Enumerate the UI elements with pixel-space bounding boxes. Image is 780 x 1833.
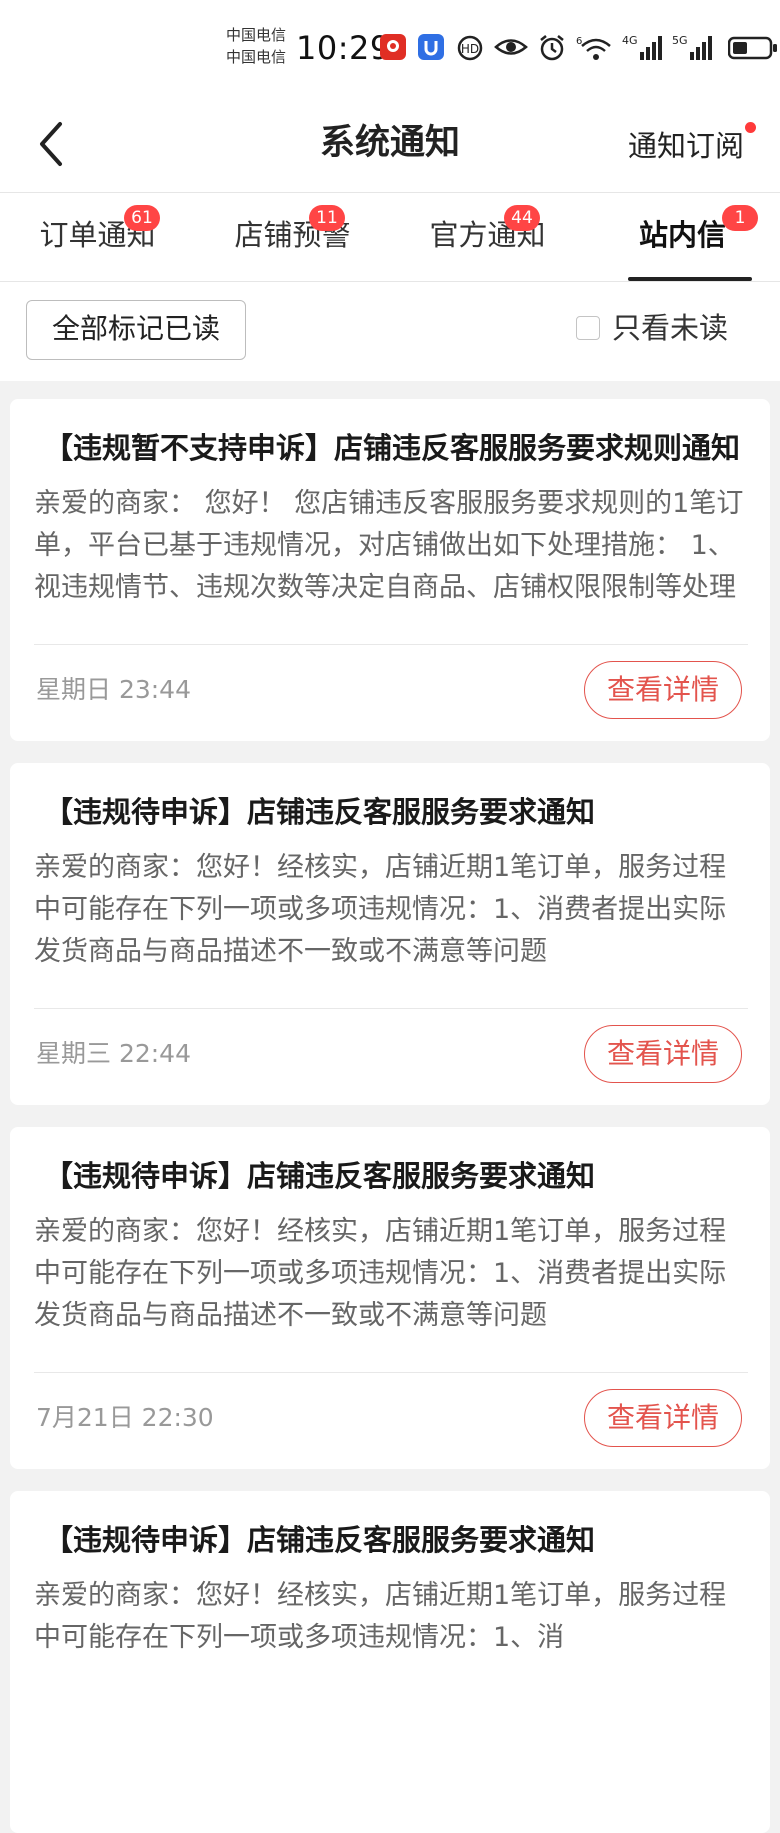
tab-label: 站内信: [638, 218, 726, 252]
wifi-label: 6: [576, 36, 582, 47]
message-time: 7月21日 22:30: [36, 1403, 214, 1432]
view-details-button[interactable]: 查看详情: [584, 1389, 742, 1447]
nav-bar: 系统通知 通知订阅: [0, 96, 780, 193]
message-title: 【违规待申诉】店铺违反客服服务要求通知: [44, 1523, 596, 1557]
carrier-label-1: 中国电信: [226, 26, 287, 44]
message-card[interactable]: 【违规待申诉】店铺违反客服服务要求通知 亲爱的商家：您好！经核实，店铺近期1笔订…: [10, 763, 770, 1105]
tab-store-warning[interactable]: 店铺预警 11: [195, 193, 390, 281]
message-body: 亲爱的商家：您好！经核实，店铺近期1笔订单，服务过程中可能存在下列一项或多项违规…: [34, 1580, 727, 1653]
message-card[interactable]: 【违规暂不支持申诉】店铺违反客服服务要求规则通知 亲爱的商家： 您好！ 您店铺违…: [10, 399, 770, 741]
message-card[interactable]: 【违规待申诉】店铺违反客服服务要求通知 亲爱的商家：您好！经核实，店铺近期1笔订…: [10, 1127, 770, 1469]
mark-all-read-button[interactable]: 全部标记已读: [26, 300, 246, 360]
wifi-icon: 6: [576, 36, 611, 60]
message-title: 【违规待申诉】店铺违反客服服务要求通知: [44, 1159, 596, 1193]
filter-bar: 全部标记已读 只看未读: [0, 282, 780, 381]
tab-official-notice[interactable]: 官方通知 44: [390, 193, 585, 281]
tab-badge: 11: [309, 205, 345, 231]
message-title: 【违规暂不支持申诉】店铺违反客服服务要求规则通知: [44, 431, 741, 465]
signal-5g-icon: 5G: [672, 34, 712, 60]
card-divider: [34, 644, 748, 645]
tab-badge: 44: [504, 205, 540, 231]
message-body: 亲爱的商家：您好！经核实，店铺近期1笔订单，服务过程中可能存在下列一项或多项违规…: [34, 1216, 727, 1331]
tab-badge: 61: [124, 205, 160, 231]
tab-inbox[interactable]: 站内信 1: [585, 193, 780, 281]
notification-subscribe-link[interactable]: 通知订阅: [628, 126, 744, 166]
message-body: 亲爱的商家： 您好！ 您店铺违反客服服务要求规则的1笔订单，平台已基于违规情况，…: [34, 488, 744, 603]
message-time: 星期日 23:44: [36, 675, 191, 704]
subscribe-red-dot: [745, 122, 756, 133]
signal-4g-icon: 4G: [622, 34, 662, 60]
u-app-icon: [418, 34, 444, 60]
message-body: 亲爱的商家：您好！经核实，店铺近期1笔订单，服务过程中可能存在下列一项或多项违规…: [34, 852, 727, 967]
tab-order-notice[interactable]: 订单通知 61: [0, 193, 195, 281]
tab-badge: 1: [722, 205, 758, 231]
carrier-label-2: 中国电信: [226, 48, 287, 66]
message-title: 【违规待申诉】店铺违反客服服务要求通知: [44, 795, 596, 829]
message-time: 星期三 22:44: [36, 1039, 191, 1068]
alarm-icon: [540, 35, 564, 61]
signal-5g-label: 5G: [672, 34, 688, 47]
carrier-info: 中国电信 中国电信: [226, 24, 286, 68]
hd-call-icon: HD: [457, 35, 483, 61]
status-bar: 中国电信 中国电信 10:29 HD 6 4G 5G: [0, 0, 780, 96]
unread-only-checkbox[interactable]: [576, 316, 600, 340]
signal-4g-label: 4G: [622, 34, 638, 47]
view-details-button[interactable]: 查看详情: [584, 1025, 742, 1083]
eye-comfort-icon: [494, 39, 528, 55]
unread-only-label: 只看未读: [612, 311, 729, 345]
message-card[interactable]: 【违规待申诉】店铺违反客服服务要求通知 亲爱的商家：您好！经核实，店铺近期1笔订…: [10, 1491, 770, 1833]
view-details-button[interactable]: 查看详情: [584, 661, 742, 719]
tab-bar: 订单通知 61 店铺预警 11 官方通知 44 站内信 1: [0, 193, 780, 282]
card-divider: [34, 1008, 748, 1009]
battery-icon: [728, 36, 777, 60]
pinduoduo-app-icon: [380, 34, 406, 60]
active-tab-indicator: [628, 277, 752, 281]
svg-text:HD: HD: [461, 42, 479, 56]
status-time: 10:29: [296, 29, 391, 67]
card-divider: [34, 1372, 748, 1373]
